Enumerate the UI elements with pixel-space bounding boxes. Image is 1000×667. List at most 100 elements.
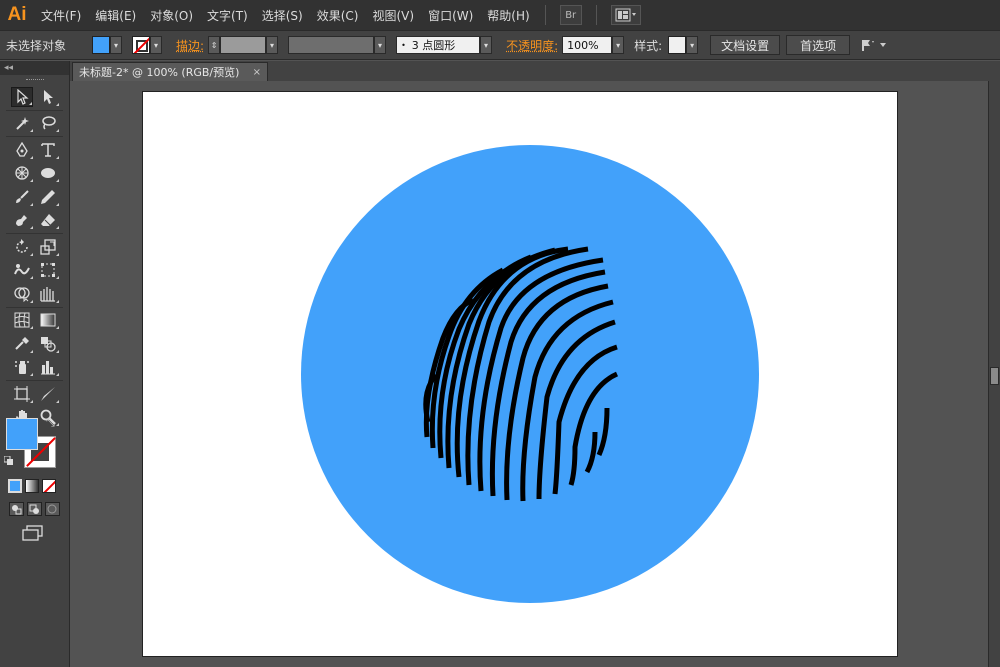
artboard[interactable] xyxy=(142,91,898,657)
scrollbar-thumb[interactable] xyxy=(990,367,999,385)
stroke-label[interactable]: 描边: xyxy=(176,37,204,54)
free-transform-tool[interactable] xyxy=(37,260,59,280)
no-stroke-icon xyxy=(133,37,150,53)
graphic-style-dropdown[interactable]: ▾ xyxy=(686,36,699,54)
draw-behind-button[interactable] xyxy=(27,502,42,516)
selection-arrow-icon xyxy=(16,88,29,105)
draw-normal-button[interactable] xyxy=(9,502,24,516)
blend-tool[interactable] xyxy=(37,334,59,354)
eraser-tool[interactable] xyxy=(37,210,59,230)
rotate-tool[interactable] xyxy=(11,237,33,257)
line-tool[interactable] xyxy=(11,163,33,183)
arrange-documents-button[interactable] xyxy=(610,5,641,25)
mesh-icon xyxy=(14,312,29,328)
warp-icon xyxy=(13,264,30,275)
stroke-weight-stepper[interactable]: ⇕ xyxy=(208,36,221,54)
bridge-button[interactable]: Br xyxy=(559,5,582,25)
tools-panel-header[interactable]: ◂◂ xyxy=(0,61,69,75)
color-mode-button[interactable] xyxy=(8,479,22,493)
menu-view[interactable]: 视图(V) xyxy=(365,0,421,30)
graphic-style-swatch[interactable] xyxy=(668,36,687,54)
eyedropper-tool[interactable] xyxy=(11,334,33,354)
document-setup-button[interactable]: 文档设置 xyxy=(710,35,781,55)
tools-panel: ◂◂ ⤡ xyxy=(0,61,70,667)
menu-type[interactable]: 文字(T) xyxy=(200,0,255,30)
opacity-label[interactable]: 不透明度: xyxy=(506,37,558,54)
blob-brush-icon xyxy=(15,215,27,227)
symbol-sprayer-tool[interactable] xyxy=(11,357,33,377)
pen-nib-icon xyxy=(15,141,28,157)
collapse-icon[interactable]: ◂◂ xyxy=(4,63,13,73)
brush-dot-icon: • xyxy=(401,40,406,50)
pencil-tool[interactable] xyxy=(37,187,59,207)
direct-selection-tool[interactable] xyxy=(37,87,59,107)
fill-dropdown[interactable]: ▾ xyxy=(110,36,123,54)
selection-tool[interactable] xyxy=(10,86,33,107)
draw-mode-row xyxy=(9,502,60,516)
lasso-tool[interactable] xyxy=(37,113,59,133)
close-icon[interactable]: × xyxy=(253,67,261,78)
blob-brush-tool[interactable] xyxy=(11,210,33,230)
panel-menu-flag-icon[interactable] xyxy=(860,38,890,52)
swap-fill-stroke-icon[interactable]: ⤡ xyxy=(46,416,55,430)
menu-file[interactable]: 文件(F) xyxy=(34,0,88,30)
variable-width-profile[interactable] xyxy=(288,36,375,54)
fill-color-box[interactable] xyxy=(6,418,38,450)
canvas-area[interactable] xyxy=(70,81,988,667)
ellipse-tool[interactable] xyxy=(37,163,59,183)
artboard-tool[interactable] xyxy=(11,384,33,404)
app-logo: Ai xyxy=(7,4,27,25)
document-tab-title: 未标题-2* @ 100% (RGB/预览) xyxy=(79,66,240,79)
none-mode-button[interactable] xyxy=(42,479,56,493)
vertical-scrollbar[interactable] xyxy=(988,81,1000,667)
variable-width-dropdown[interactable]: ▾ xyxy=(374,36,387,54)
bridge-icon: Br xyxy=(565,9,577,21)
type-tool[interactable] xyxy=(37,140,59,160)
flare-icon xyxy=(14,166,29,180)
draw-inside-button[interactable] xyxy=(45,502,60,516)
tools-panel-grip[interactable] xyxy=(0,75,69,85)
menu-edit[interactable]: 编辑(E) xyxy=(88,0,143,30)
scale-tool[interactable] xyxy=(37,237,59,257)
pen-tool[interactable] xyxy=(11,140,33,160)
column-graph-tool[interactable] xyxy=(37,357,59,377)
opacity-dropdown[interactable]: ▾ xyxy=(612,36,625,54)
stroke-weight-field[interactable] xyxy=(220,36,267,54)
eraser-icon xyxy=(40,214,55,227)
shape-builder-tool[interactable] xyxy=(11,284,33,304)
symbol-sprayer-icon xyxy=(14,361,29,375)
menu-object[interactable]: 对象(O) xyxy=(143,0,200,30)
fill-swatch[interactable] xyxy=(92,36,111,54)
opacity-value: 100% xyxy=(567,38,599,52)
eyedropper-icon xyxy=(14,336,29,350)
slice-tool[interactable] xyxy=(37,384,59,404)
default-fill-stroke-icon[interactable] xyxy=(4,456,14,466)
menu-help[interactable]: 帮助(H) xyxy=(480,0,536,30)
draw-normal-icon xyxy=(12,505,22,515)
document-tab[interactable]: 未标题-2* @ 100% (RGB/预览) × xyxy=(72,62,268,81)
screen-mode-icon[interactable] xyxy=(22,525,44,541)
gradient-tool[interactable] xyxy=(37,310,59,330)
blend-icon xyxy=(40,336,56,352)
warp-tool[interactable] xyxy=(11,260,33,280)
stroke-weight-dropdown[interactable]: ▾ xyxy=(266,36,279,54)
blue-circle[interactable] xyxy=(301,145,759,603)
brush-definition-field[interactable]: • 3 点圆形 xyxy=(396,36,481,54)
perspective-grid-tool[interactable] xyxy=(37,284,59,304)
artwork[interactable] xyxy=(143,92,899,658)
pencil-icon xyxy=(40,189,55,204)
paintbrush-tool[interactable] xyxy=(11,187,33,207)
opacity-field[interactable]: 100% xyxy=(562,36,613,54)
stroke-dropdown[interactable]: ▾ xyxy=(150,36,163,54)
brush-definition-dropdown[interactable]: ▾ xyxy=(480,36,493,54)
menu-effect[interactable]: 效果(C) xyxy=(310,0,366,30)
menu-select[interactable]: 选择(S) xyxy=(255,0,310,30)
menu-window[interactable]: 窗口(W) xyxy=(421,0,480,30)
document-tab-strip: 未标题-2* @ 100% (RGB/预览) × xyxy=(70,61,1000,81)
mesh-tool[interactable] xyxy=(11,310,33,330)
magic-wand-tool[interactable] xyxy=(11,113,33,133)
gradient-mode-button[interactable] xyxy=(25,479,39,493)
stroke-swatch[interactable] xyxy=(132,36,151,54)
preferences-button[interactable]: 首选项 xyxy=(786,35,851,55)
style-label: 样式: xyxy=(634,38,663,53)
